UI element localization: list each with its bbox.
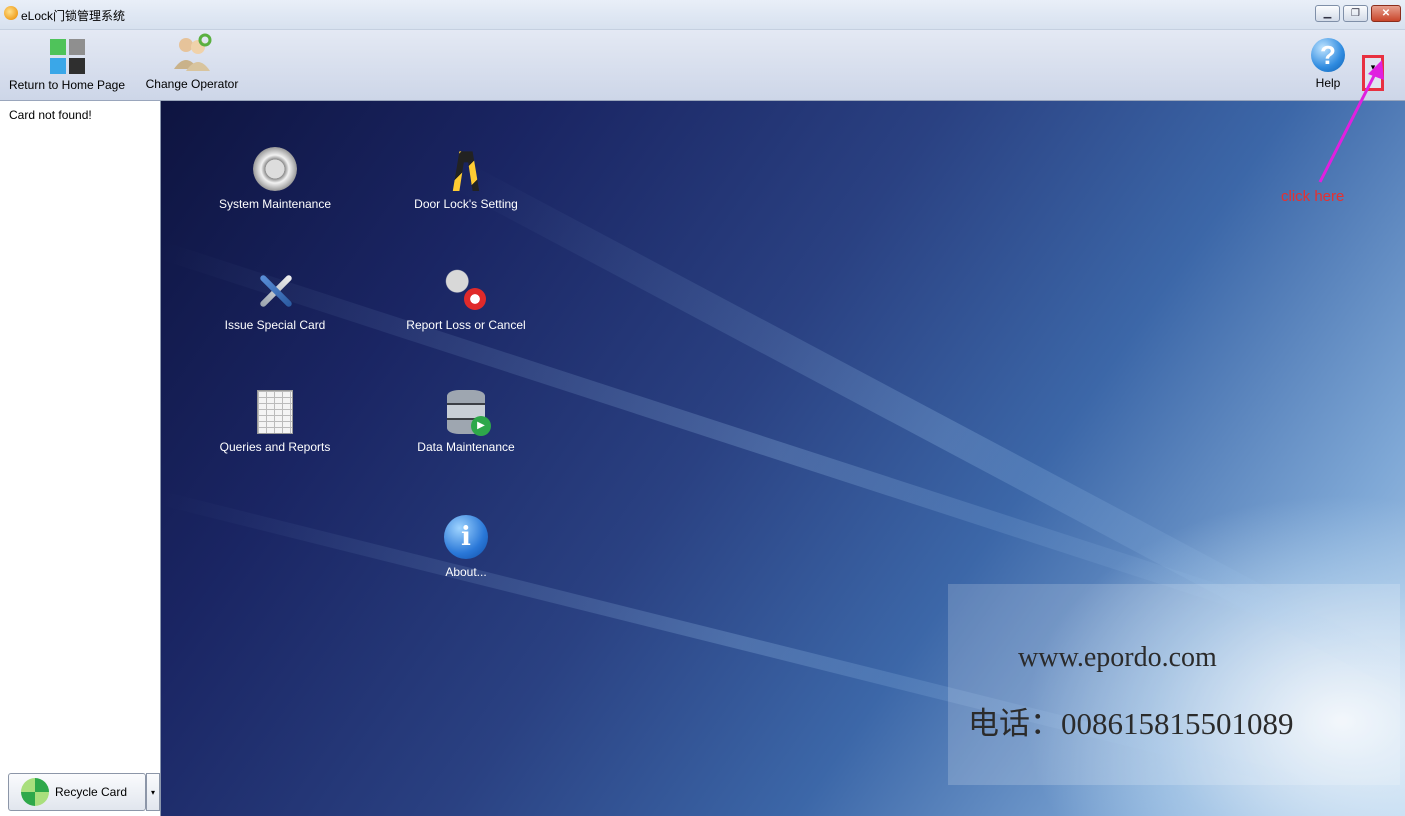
queries-reports-item[interactable]: Queries and Reports bbox=[210, 390, 340, 454]
recycle-card-label: Recycle Card bbox=[55, 785, 128, 799]
recycle-icon bbox=[21, 778, 49, 806]
restore-icon: ❐ bbox=[1351, 8, 1360, 19]
watermark-box: www.epordo.com 电话：008615815501089 bbox=[948, 584, 1400, 785]
chevron-down-icon: ▾ bbox=[150, 787, 155, 797]
change-operator-label: Change Operator bbox=[145, 77, 239, 91]
system-maintenance-item[interactable]: System Maintenance bbox=[210, 147, 340, 211]
report-loss-cancel-label: Report Loss or Cancel bbox=[406, 318, 526, 332]
return-home-label: Return to Home Page bbox=[8, 78, 126, 92]
status-message: Card not found! bbox=[9, 108, 92, 122]
database-icon bbox=[447, 390, 491, 436]
annotation-arrow bbox=[1318, 60, 1384, 183]
watermark-phone: 电话：008615815501089 bbox=[968, 706, 1294, 741]
operator-users-icon bbox=[174, 33, 212, 71]
about-item[interactable]: i About... bbox=[401, 515, 531, 579]
app-icon bbox=[4, 6, 18, 20]
restore-button[interactable]: ❐ bbox=[1343, 5, 1368, 22]
recycle-card-dropdown[interactable]: ▾ bbox=[146, 773, 160, 811]
recycle-card-button[interactable]: Recycle Card bbox=[8, 773, 146, 811]
window-controls: ▁ ❐ ✕ bbox=[1315, 5, 1401, 22]
road-barrier-icon bbox=[452, 151, 480, 191]
return-home-button[interactable]: Return to Home Page bbox=[3, 33, 131, 92]
left-panel: Card not found! Recycle Card ▾ bbox=[0, 101, 161, 816]
tools-icon bbox=[253, 268, 297, 312]
toolbar: Return to Home Page Change Operator ? He… bbox=[0, 30, 1405, 101]
queries-reports-label: Queries and Reports bbox=[219, 440, 331, 454]
minimize-icon: ▁ bbox=[1323, 8, 1332, 19]
report-loss-cancel-item[interactable]: Report Loss or Cancel bbox=[401, 268, 531, 332]
key-cancel-icon bbox=[444, 268, 488, 312]
title-bar: eLock门锁管理系统 ▁ ❐ ✕ bbox=[0, 0, 1405, 30]
close-button[interactable]: ✕ bbox=[1371, 5, 1401, 22]
door-lock-setting-label: Door Lock's Setting bbox=[414, 197, 518, 211]
spreadsheet-icon bbox=[257, 390, 293, 434]
minimize-button[interactable]: ▁ bbox=[1315, 5, 1340, 22]
close-icon: ✕ bbox=[1381, 8, 1391, 19]
door-lock-setting-item[interactable]: Door Lock's Setting bbox=[401, 147, 531, 211]
info-icon: i bbox=[444, 515, 488, 559]
system-maintenance-label: System Maintenance bbox=[218, 197, 332, 211]
change-operator-button[interactable]: Change Operator bbox=[142, 33, 242, 91]
gear-icon bbox=[253, 147, 297, 191]
watermark-url: www.epordo.com bbox=[1018, 642, 1217, 673]
click-here-annotation: click here bbox=[1281, 188, 1345, 205]
data-maintenance-item[interactable]: Data Maintenance bbox=[401, 390, 531, 454]
data-maintenance-label: Data Maintenance bbox=[417, 440, 515, 454]
issue-special-card-label: Issue Special Card bbox=[224, 318, 326, 332]
issue-special-card-item[interactable]: Issue Special Card bbox=[210, 268, 340, 332]
about-label: About... bbox=[445, 565, 487, 579]
window-title: eLock门锁管理系统 bbox=[21, 9, 126, 23]
home-grid-icon bbox=[49, 39, 85, 74]
